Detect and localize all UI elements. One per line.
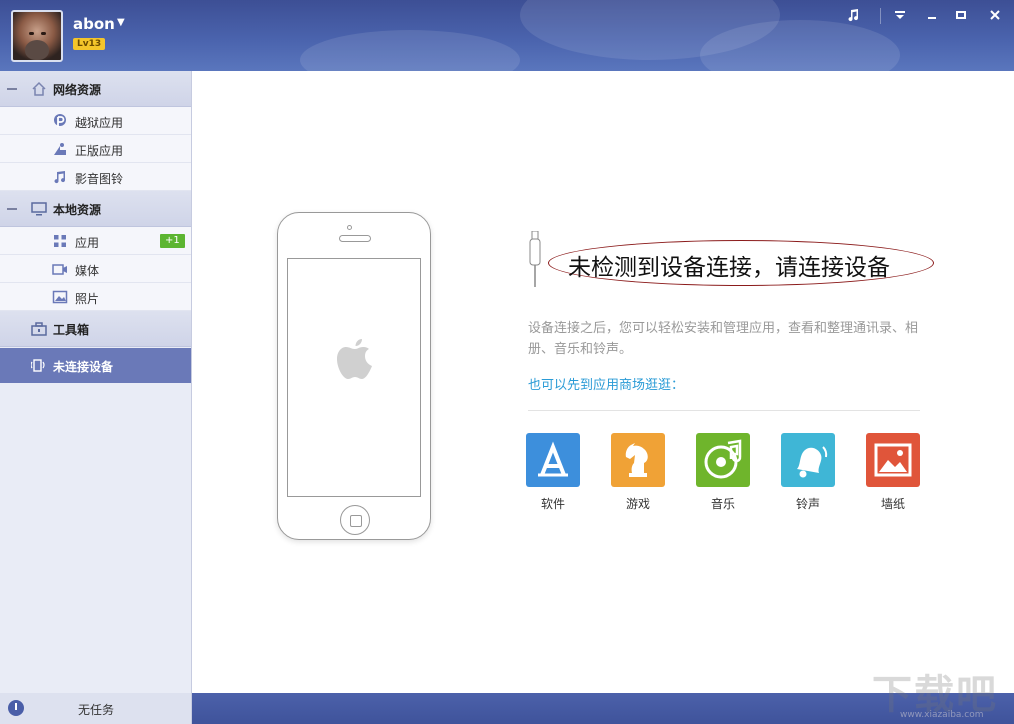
sidebar-item-jailbreak-apps[interactable]: 越狱应用 [0,107,191,135]
collapse-icon[interactable] [7,88,17,90]
apple-logo-icon [337,339,372,379]
username[interactable]: abon [73,15,115,33]
chess-knight-icon[interactable] [611,433,665,487]
sidebar-item-label: 媒体 [75,264,100,278]
main-content: 未检测到设备连接，请连接设备 设备连接之后，您可以轻松安装和管理应用，查看和整理… [192,71,1014,693]
cloud-decoration [300,30,520,71]
app-store-link[interactable]: 也可以先到应用商场逛逛： [528,374,684,393]
wallpaper-icon[interactable] [866,433,920,487]
music-disc-icon[interactable] [696,433,750,487]
home-icon [32,81,46,96]
app-label: 软件 [540,497,565,511]
power-icon[interactable] [8,700,24,716]
monitor-icon [31,202,47,216]
task-status-text: 无任务 [78,703,115,717]
bell-icon[interactable] [781,433,835,487]
sidebar-item-label: 越狱应用 [75,116,124,130]
camera-icon [347,225,352,230]
avatar[interactable] [11,10,63,62]
no-device-headline: 未检测到设备连接，请连接设备 [568,255,890,281]
sidebar-item-label: 影音图铃 [75,172,124,186]
sidebar-item-label: 应用 [75,236,100,250]
home-button-icon [340,505,370,535]
app-tile-wallpaper[interactable]: 墙纸 [866,433,922,512]
pp-icon [54,114,66,127]
app-tile-ringtones[interactable]: 铃声 [781,433,837,512]
dropdown-menu-icon[interactable] [890,8,910,26]
sidebar-item-label: 正版应用 [75,144,124,158]
usb-cable-icon [529,231,541,287]
device-icon [31,359,45,372]
toolbox-icon [31,322,47,336]
phone-screen [287,258,421,497]
app-store-a-icon[interactable] [526,433,580,487]
user-menu-caret-icon[interactable]: ▼ [117,17,125,28]
level-badge: Lv13 [73,38,106,50]
maximize-icon[interactable] [951,8,971,26]
sidebar-item-media[interactable]: 媒体 [0,255,191,283]
status-bar: 无任务 [0,693,1014,724]
app-label: 墙纸 [880,497,905,511]
app-label: 音乐 [710,497,735,511]
app-tile-software[interactable]: 软件 [526,433,582,512]
section-label: 未连接设备 [53,360,114,374]
section-label: 本地资源 [53,203,102,217]
minimize-icon[interactable] [922,8,942,26]
speaker-icon [339,235,371,242]
sidebar-item-device[interactable]: 未连接设备 [0,348,191,383]
music-note-icon[interactable] [843,8,863,26]
photo-icon [52,290,68,304]
app-label: 铃声 [795,497,820,511]
sidebar-item-photos[interactable]: 照片 [0,283,191,311]
divider [528,410,920,411]
sidebar-section-local[interactable]: 本地资源 [0,191,191,227]
watermark-url: www.xiazaiba.com [900,710,984,720]
collapse-icon[interactable] [7,208,17,210]
app-label: 游戏 [625,497,650,511]
app-tile-games[interactable]: 游戏 [611,433,667,512]
sidebar-section-network[interactable]: 网络资源 [0,71,191,107]
section-label: 网络资源 [53,83,102,97]
sidebar-item-media-ringtones[interactable]: 影音图铃 [0,163,191,191]
app-tile-music[interactable]: 音乐 [696,433,752,512]
title-bar: abon ▼ Lv13 [0,0,1014,71]
sidebar-section-toolbox[interactable]: 工具箱 [0,311,191,347]
sidebar-item-apps[interactable]: 应用 +1 [0,227,191,255]
app-store-icon [54,143,66,155]
music-note-icon [54,171,66,184]
grid-icon [54,235,66,247]
task-status: 无任务 [0,693,192,724]
titlebar-separator [880,8,881,24]
section-label: 工具箱 [53,323,90,337]
close-icon[interactable] [985,8,1005,26]
sidebar-item-official-apps[interactable]: 正版应用 [0,135,191,163]
sidebar: 网络资源 越狱应用 正版应用 影音图铃 本地资源 应用 +1 媒体 照片 工具箱… [0,71,192,693]
iphone-illustration [277,212,431,540]
count-badge: +1 [160,234,185,248]
video-icon [52,264,67,275]
connect-description: 设备连接之后，您可以轻松安装和管理应用，查看和整理通讯录、相册、音乐和铃声。 [528,321,919,357]
sidebar-item-label: 照片 [75,292,100,306]
